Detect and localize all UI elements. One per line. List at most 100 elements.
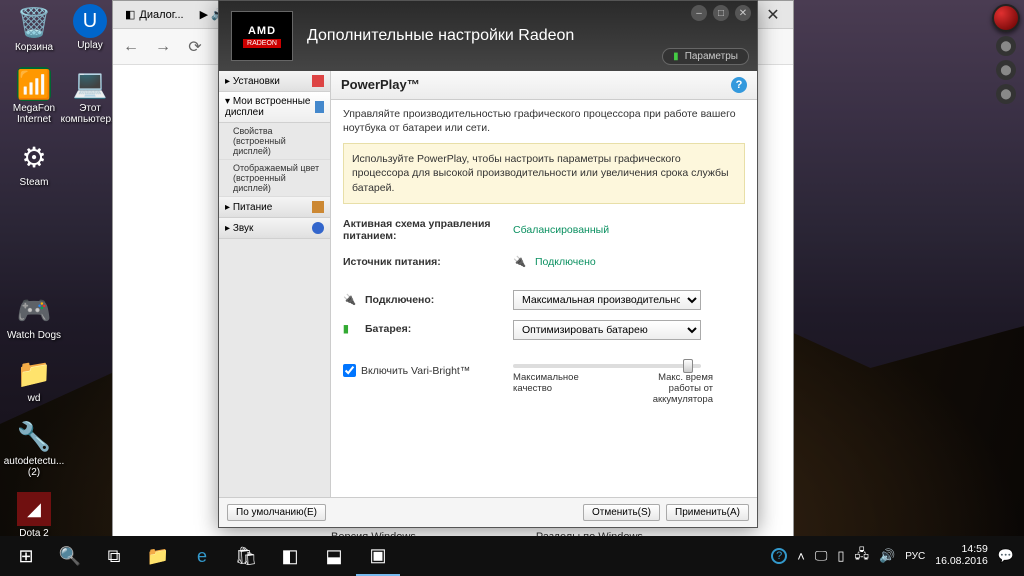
varibright-input[interactable]	[343, 364, 356, 377]
recycle-bin-icon[interactable]: 🗑️Корзина	[6, 4, 62, 53]
gaming-app-icon[interactable]	[992, 4, 1020, 32]
wd-label: wd	[28, 393, 41, 404]
steam-icon[interactable]: ⚙Steam	[6, 139, 62, 188]
amd-parameters-button[interactable]: ▮ Параметры	[662, 48, 749, 65]
help-icon[interactable]: ?	[731, 77, 747, 93]
monitor-icon	[315, 101, 324, 113]
tray-battery-icon[interactable]: ▯	[837, 548, 844, 564]
amd-close-icon[interactable]: ✕	[735, 5, 751, 21]
tb-amd[interactable]: ▣	[356, 536, 400, 576]
uplay-label: Uplay	[77, 40, 103, 51]
recycle-label: Корзина	[15, 42, 53, 53]
notifications-icon[interactable]: 💬	[998, 548, 1014, 564]
row-plugged: 🔌Подключено: Максимальная производительн…	[343, 290, 745, 310]
autodetect-label: autodetectu... (2)	[4, 456, 65, 478]
wd-folder-icon[interactable]: 📁wd	[6, 355, 62, 404]
dota2-icon[interactable]: ◢Dota 2	[6, 492, 62, 539]
taskbar: ⊞ 🔍 ⧉ 📁 e 🛍 ◧ ⬓ ▣ ? ˄ 🖵 ▯ 🖧 🔊 РУС 14:59 …	[0, 536, 1024, 576]
amd-window-controls: – □ ✕	[691, 5, 751, 21]
sidebar-item-installs[interactable]: ▸ Установки	[219, 71, 330, 92]
start-button[interactable]: ⊞	[4, 536, 48, 576]
powerplay-title: PowerPlay™	[341, 77, 420, 93]
varibright-checkbox[interactable]: Включить Vari-Bright™	[343, 364, 470, 377]
sidebar-sub-properties[interactable]: Свойства (встроенный дисплей)	[219, 123, 330, 160]
powerplay-tip: Используйте PowerPlay, чтобы настроить п…	[343, 143, 745, 204]
system-tray: ? ˄ 🖵 ▯ 🖧 🔊 РУС 14:59 16.08.2016 💬	[771, 544, 1020, 567]
power-source-link[interactable]: Подключено	[535, 256, 596, 268]
amd-maximize-icon[interactable]: □	[713, 5, 729, 21]
amd-params-label: Параметры	[685, 51, 738, 62]
active-scheme-label: Активная схема управления питанием:	[343, 218, 513, 242]
amd-footer: По умолчанию(E) Отменить(S) Применить(A)	[219, 497, 757, 527]
plugged-select[interactable]: Максимальная производительность	[513, 290, 701, 310]
row-power-source: Источник питания: 🔌Подключено	[343, 252, 745, 272]
powerplay-content: Управляйте производительностью графическ…	[331, 100, 757, 497]
amd-main-panel: PowerPlay™ ? Управляйте производительнос…	[331, 71, 757, 497]
mypc-label: Этот компьютер...	[61, 103, 120, 125]
tray-chevron-icon[interactable]: ˄	[797, 549, 805, 564]
sidebar-sub-color[interactable]: Отображаемый цвет (встроенный дисплей)	[219, 160, 330, 197]
edge-close-button[interactable]: ✕	[753, 1, 793, 29]
tray-clock[interactable]: 14:59 16.08.2016	[935, 544, 988, 567]
tray-network-icon[interactable]: 🖧	[855, 545, 870, 567]
tray-mini-1[interactable]: ⬤	[996, 36, 1016, 56]
taskview-icon[interactable]: ⧉	[92, 536, 136, 576]
battery-icon: ▮	[343, 323, 359, 337]
gethelp-icon[interactable]: ?	[771, 548, 787, 564]
powerplay-title-bar: PowerPlay™ ?	[331, 71, 757, 100]
tray-volume-icon[interactable]: 🔊	[879, 548, 895, 564]
edge-tab1-label: Диалог...	[139, 9, 183, 21]
back-icon[interactable]: ←	[121, 37, 141, 57]
sidebar-item-sound[interactable]: ▸ Звук	[219, 218, 330, 239]
brightness-slider[interactable]	[513, 364, 701, 368]
amd-logo-text1: AMD	[248, 25, 276, 37]
clock-date: 16.08.2016	[935, 556, 988, 568]
apply-button[interactable]: Применить(A)	[666, 504, 749, 521]
amd-radeon-window: AMD RADEON Дополнительные настройки Rade…	[218, 0, 758, 528]
default-button[interactable]: По умолчанию(E)	[227, 504, 326, 521]
battery-icon: ▮	[673, 51, 679, 62]
amd-body: ▸ Установки ▾ Мои встроенные дисплеи Сво…	[219, 71, 757, 497]
megafon-label: MegaFon Internet	[6, 103, 62, 125]
tray-mini-2[interactable]: ⬤	[996, 60, 1016, 80]
power-source-label: Источник питания:	[343, 256, 513, 268]
tb-edge[interactable]: e	[180, 536, 224, 576]
slider-labels: Максимальное качество Макс. время работы…	[513, 372, 713, 405]
sound-icon	[312, 222, 324, 234]
watchdogs-icon[interactable]: 🎮Watch Dogs	[6, 292, 62, 341]
amd-window-title: Дополнительные настройки Radeon	[307, 27, 574, 45]
tray-monitor-icon[interactable]: 🖵	[815, 548, 828, 564]
brightness-slider-wrap	[513, 364, 745, 368]
power-icon	[312, 201, 324, 213]
row-active-scheme: Активная схема управления питанием: Сбал…	[343, 218, 745, 242]
row-battery: ▮ Батарея: Оптимизировать батарею	[343, 320, 745, 340]
right-tray: ⬤ ⬤ ⬤	[992, 4, 1020, 104]
megafon-icon[interactable]: 📶MegaFon Internet	[6, 67, 62, 125]
sidebar-item-displays[interactable]: ▾ Мои встроенные дисплеи	[219, 92, 330, 123]
steam-label: Steam	[20, 177, 49, 188]
tb-store[interactable]: 🛍	[224, 536, 268, 576]
varibright-label: Включить Vari-Bright™	[361, 365, 470, 377]
tb-dropbox[interactable]: ⬓	[312, 536, 356, 576]
autodetect-icon[interactable]: 🔧autodetectu... (2)	[6, 418, 62, 478]
cancel-button[interactable]: Отменить(S)	[583, 504, 660, 521]
tb-app1[interactable]: ◧	[268, 536, 312, 576]
uplay-icon[interactable]: UUplay	[62, 4, 118, 51]
slider-label-left: Максимальное качество	[513, 372, 593, 405]
battery-label: Батарея:	[365, 323, 411, 335]
search-icon[interactable]: 🔍	[48, 536, 92, 576]
forward-icon[interactable]: →	[153, 37, 173, 57]
edge-tab-1[interactable]: ◧ Диалог...	[117, 4, 192, 25]
amd-minimize-icon[interactable]: –	[691, 5, 707, 21]
tb-explorer[interactable]: 📁	[136, 536, 180, 576]
tray-lang[interactable]: РУС	[905, 551, 925, 562]
mypc-icon[interactable]: 💻Этот компьютер...	[62, 65, 118, 125]
amd-logo: AMD RADEON	[231, 11, 293, 61]
sidebar-item-power[interactable]: ▸ Питание	[219, 197, 330, 218]
refresh-icon[interactable]: ⟳	[185, 37, 205, 57]
slider-thumb[interactable]	[683, 359, 693, 373]
tray-mini-3[interactable]: ⬤	[996, 84, 1016, 104]
active-scheme-link[interactable]: Сбалансированный	[513, 224, 609, 236]
amd-header: AMD RADEON Дополнительные настройки Rade…	[219, 1, 757, 71]
battery-select[interactable]: Оптимизировать батарею	[513, 320, 701, 340]
